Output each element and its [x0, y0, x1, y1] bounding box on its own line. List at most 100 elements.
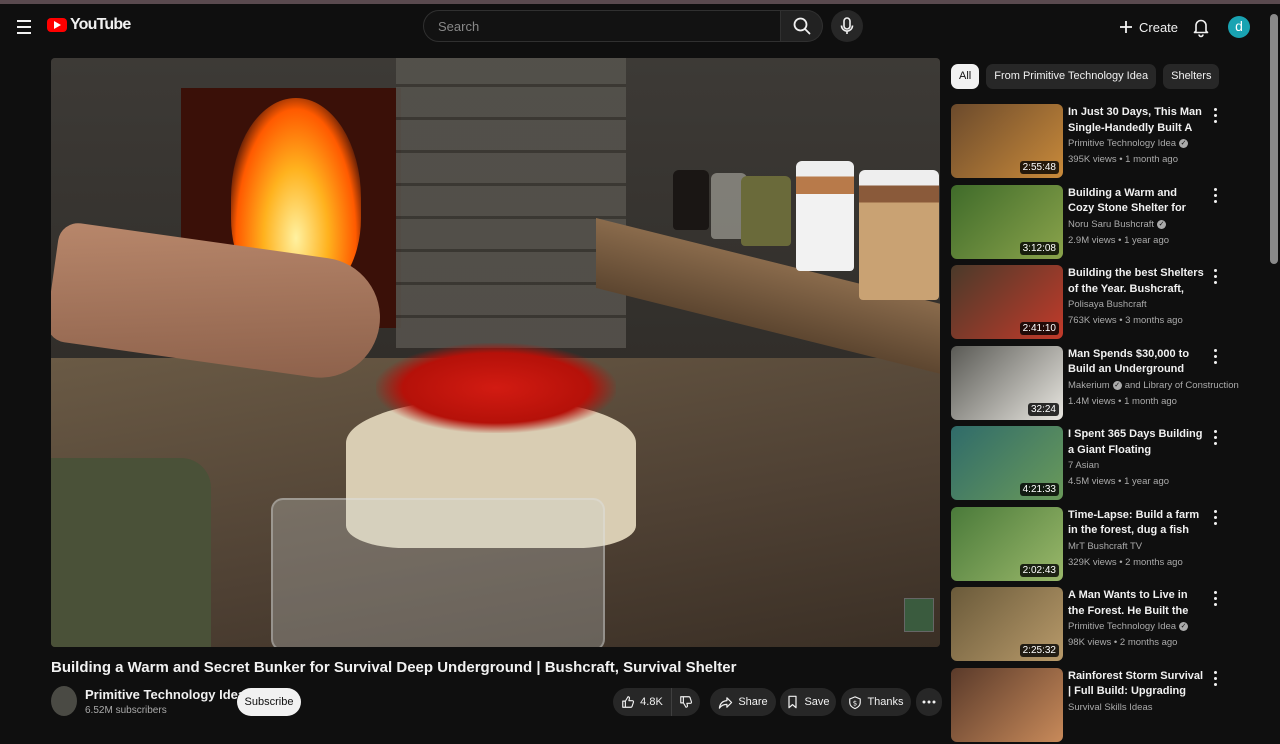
channel-line: MrT Bushcraft TV — [1068, 541, 1142, 552]
video-meta: 763K views • 3 months ago — [1068, 315, 1183, 326]
recommended-video[interactable]: 2:55:48 In Just 30 Days, This Man Single-… — [951, 104, 1241, 180]
video-meta: 329K views • 2 months ago — [1068, 556, 1183, 568]
channel-name[interactable]: Makerium — [1068, 380, 1110, 391]
search-input[interactable] — [424, 11, 758, 41]
search-box — [423, 10, 781, 42]
video-player[interactable] — [51, 58, 940, 647]
thumbs-down-icon — [680, 696, 693, 708]
video-meta: 4.5M views • 1 year ago — [1068, 476, 1170, 487]
create-button[interactable]: Create — [1118, 12, 1178, 42]
video-frame-leg — [51, 458, 211, 647]
chip-shelters[interactable]: Shelters — [1163, 64, 1220, 89]
channel-name[interactable]: MrT Bushcraft TV — [1068, 541, 1142, 552]
channel-name: Primitive Technology Idea — [85, 687, 246, 702]
thanks-button[interactable]: $ Thanks — [841, 688, 911, 716]
channel-avatar[interactable] — [51, 686, 77, 716]
share-button[interactable]: Share — [710, 688, 776, 716]
video-title[interactable]: Rainforest Storm Survival | Full Build: … — [1068, 669, 1206, 700]
channel-line: Primitive Technology Idea ✓ — [1068, 138, 1189, 149]
video-thumbnail[interactable]: 2:41:10 — [951, 265, 1063, 339]
page-scrollbar[interactable] — [1270, 14, 1278, 264]
share-icon — [719, 696, 733, 709]
masthead: YouTube Create d — [0, 4, 1280, 50]
video-meta: 2.9M views • 1 year ago — [1068, 234, 1170, 246]
video-title[interactable]: I Spent 365 Days Building a Giant Floati… — [1068, 427, 1206, 458]
video-meta: 1.4M views • 1 month ago — [1068, 395, 1177, 407]
like-button[interactable]: 4.8K — [613, 688, 671, 716]
recommended-video[interactable]: 4:21:33 I Spent 365 Days Building a Giant… — [951, 426, 1241, 502]
chip-all[interactable]: All — [951, 64, 980, 89]
channel-extra: and Library of Construction — [1124, 379, 1239, 391]
channel-name[interactable]: Primitive Technology Idea — [1068, 621, 1176, 632]
video-title[interactable]: Building a Warm and Cozy Stone Shelter f… — [1068, 186, 1206, 217]
thanks-label: Thanks — [867, 696, 904, 708]
more-vertical-icon[interactable] — [1210, 670, 1220, 688]
video-title[interactable]: Time-Lapse: Build a farm in the forest, … — [1068, 508, 1206, 539]
video-title[interactable]: In Just 30 Days, This Man Single-Handedl… — [1068, 105, 1206, 136]
more-vertical-icon[interactable] — [1210, 428, 1220, 446]
plus-icon — [1120, 21, 1132, 33]
more-vertical-icon[interactable] — [1210, 267, 1220, 285]
video-title[interactable]: Building the best Shelters of the Year. … — [1068, 266, 1206, 297]
channel-name-link[interactable]: Primitive Technology Idea ✓ — [85, 687, 259, 702]
video-thumbnail[interactable] — [951, 667, 1063, 742]
channel-line: 7 Asian — [1068, 460, 1099, 471]
video-title: Building a Warm and Secret Bunker for Su… — [51, 659, 737, 676]
video-thumbnail[interactable]: 2:25:32 — [951, 587, 1063, 661]
recommended-video[interactable]: Rainforest Storm Survival | Full Build: … — [951, 667, 1241, 744]
video-thumbnail[interactable]: 3:12:08 — [951, 184, 1063, 259]
logo-text: YouTube — [70, 16, 131, 33]
video-thumbnail[interactable]: 2:55:48 — [951, 104, 1063, 178]
video-thumbnail[interactable]: 4:21:33 — [951, 426, 1063, 500]
microphone-icon — [840, 17, 854, 34]
video-frame-jar — [859, 170, 939, 300]
channel-name[interactable]: Noru Saru Bushcraft — [1068, 219, 1154, 230]
channel-name[interactable]: 7 Asian — [1068, 460, 1099, 471]
channel-name[interactable]: Polisaya Bushcraft — [1068, 299, 1147, 310]
recommended-video[interactable]: 3:12:08 Building a Warm and Cozy Stone Sh… — [951, 184, 1241, 261]
search-icon — [793, 17, 811, 35]
video-frame-stone-wall — [396, 58, 626, 348]
video-duration: 32:24 — [1027, 402, 1059, 416]
verified-badge-icon: ✓ — [1179, 622, 1189, 631]
channel-name[interactable]: Survival Skills Ideas — [1068, 702, 1152, 713]
dislike-button[interactable] — [671, 688, 700, 716]
video-overlay-thumbnail[interactable] — [904, 598, 934, 632]
subscribe-button[interactable]: Subscribe — [237, 688, 301, 716]
video-title[interactable]: A Man Wants to Live in the Forest. He Bu… — [1068, 588, 1206, 619]
search-button[interactable] — [781, 10, 823, 42]
more-vertical-icon[interactable] — [1210, 589, 1220, 607]
video-thumbnail[interactable]: 32:24 — [951, 345, 1063, 420]
voice-search-button[interactable] — [831, 10, 863, 42]
video-frame-jar — [741, 176, 791, 246]
channel-line: Noru Saru Bushcraft ✓ — [1068, 219, 1167, 230]
youtube-logo[interactable]: YouTube — [47, 16, 131, 34]
account-avatar[interactable]: d — [1228, 16, 1250, 38]
video-title[interactable]: Man Spends $30,000 to Build an Undergrou… — [1068, 347, 1206, 378]
more-actions-button[interactable] — [916, 688, 942, 716]
recommended-video[interactable]: 2:41:10 Building the best Shelters of the… — [951, 265, 1241, 341]
thumbs-up-icon — [622, 696, 635, 708]
recommended-video[interactable]: 32:24 Man Spends $30,000 to Build an Unde… — [951, 345, 1241, 422]
recommended-video[interactable]: 2:02:43 Time-Lapse: Build a farm in the f… — [951, 506, 1241, 583]
video-thumbnail[interactable]: 2:02:43 — [951, 506, 1063, 581]
notifications-button[interactable] — [1188, 14, 1214, 40]
more-vertical-icon[interactable] — [1210, 348, 1220, 366]
chip-from-channel[interactable]: From Primitive Technology Idea — [986, 64, 1157, 89]
save-label: Save — [804, 696, 830, 708]
channel-name[interactable]: Primitive Technology Idea — [1068, 138, 1176, 149]
more-vertical-icon[interactable] — [1210, 187, 1220, 205]
save-button[interactable]: Save — [780, 688, 836, 716]
more-horizontal-icon — [922, 700, 936, 704]
filter-chips: All From Primitive Technology Idea Shelt… — [951, 64, 1220, 89]
video-frame-jar — [796, 161, 854, 271]
verified-badge-icon: ✓ — [1112, 380, 1122, 390]
recommended-video[interactable]: 2:25:32 A Man Wants to Live in the Forest… — [951, 587, 1241, 663]
more-vertical-icon[interactable] — [1210, 509, 1220, 527]
menu-icon[interactable] — [12, 14, 38, 40]
verified-badge-icon: ✓ — [1157, 219, 1167, 229]
video-frame-peppers — [376, 343, 616, 433]
video-duration: 4:21:33 — [1019, 483, 1059, 496]
more-vertical-icon[interactable] — [1210, 106, 1220, 124]
video-duration: 2:02:43 — [1019, 563, 1059, 577]
